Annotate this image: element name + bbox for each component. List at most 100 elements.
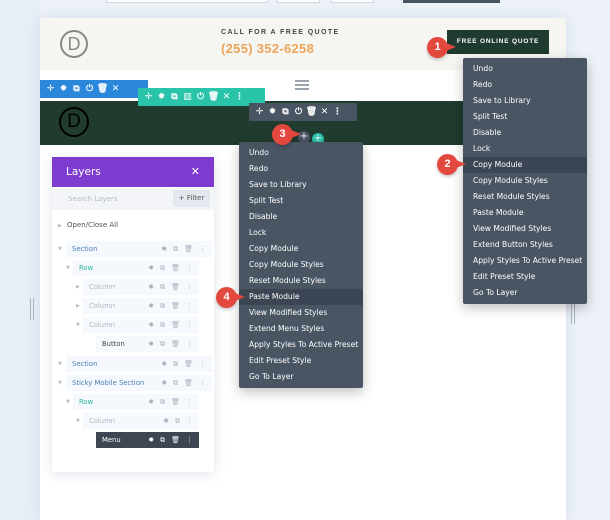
menu-item-reset-module-styles[interactable]: Reset Module Styles (463, 189, 587, 205)
resize-handle-left[interactable] (30, 298, 34, 320)
trash-icon[interactable]: 🗑 (184, 379, 193, 388)
gear-icon[interactable]: ✹ (148, 436, 154, 445)
close-icon[interactable]: ✕ (220, 88, 233, 106)
duplicate-icon[interactable]: ⧉ (70, 80, 83, 98)
gear-icon[interactable]: ✹ (148, 340, 154, 349)
gear-icon[interactable]: ✹ (161, 245, 167, 254)
gear-icon[interactable]: ✹ (148, 302, 154, 311)
menu-item-split-test[interactable]: Split Test (239, 193, 363, 209)
trash-icon[interactable]: 🗑 (96, 80, 109, 98)
more-icon[interactable]: ⋮ (186, 321, 193, 330)
duplicate-icon[interactable]: ⧉ (160, 321, 165, 330)
move-icon[interactable]: ✛ (142, 88, 155, 106)
duplicate-icon[interactable]: ⧉ (279, 103, 292, 121)
caret-icon[interactable]: ▶ (76, 284, 80, 290)
caret-icon[interactable]: ▼ (66, 399, 70, 405)
gear-icon[interactable]: ✹ (148, 264, 154, 273)
duplicate-icon[interactable]: ⧉ (160, 436, 165, 445)
layer-row-section[interactable]: Sticky Mobile Section ✹ ⧉ 🗑 ⋮ (66, 375, 212, 391)
more-icon[interactable]: ⋮ (186, 436, 193, 445)
layer-row-column[interactable]: Column ✹ ⧉ 🗑 ⋮ (83, 279, 199, 295)
more-icon[interactable]: ⋮ (186, 340, 193, 349)
menu-item-edit-preset-style[interactable]: Edit Preset Style (239, 353, 363, 369)
hamburger-icon[interactable] (295, 80, 309, 90)
gear-icon[interactable]: ✹ (148, 283, 154, 292)
more-icon[interactable]: ⋮ (331, 103, 344, 121)
top-toolbar-button[interactable] (331, 0, 374, 3)
gear-icon[interactable]: ✹ (57, 80, 70, 98)
trash-icon[interactable]: 🗑 (171, 321, 180, 330)
layer-row-column[interactable]: Column ✹ ⧉ 🗑 ⋮ (83, 298, 199, 314)
trash-icon[interactable]: 🗑 (171, 302, 180, 311)
caret-icon[interactable]: ▼ (76, 418, 80, 424)
trash-icon[interactable]: 🗑 (171, 264, 180, 273)
duplicate-icon[interactable]: ⧉ (175, 417, 180, 426)
menu-item-go-to-layer[interactable]: Go To Layer (463, 285, 587, 301)
filter-button[interactable]: + Filter (173, 190, 210, 207)
menu-item-lock[interactable]: Lock (463, 141, 587, 157)
menu-item-copy-module-styles[interactable]: Copy Module Styles (239, 257, 363, 273)
more-icon[interactable]: ⋮ (186, 398, 193, 407)
layer-row-row[interactable]: Row ✹ ⧉ 🗑 ⋮ (73, 394, 199, 410)
gear-icon[interactable]: ✹ (161, 360, 167, 369)
trash-icon[interactable]: 🗑 (171, 283, 180, 292)
trash-icon[interactable]: 🗑 (171, 398, 180, 407)
menu-item-copy-module[interactable]: Copy Module (463, 157, 587, 173)
gear-icon[interactable]: ✹ (163, 417, 169, 426)
open-close-all[interactable]: Open/Close All (67, 221, 118, 229)
top-toolbar-field[interactable] (106, 0, 268, 3)
gear-icon[interactable]: ✹ (161, 379, 167, 388)
trash-icon[interactable]: 🗑 (171, 436, 180, 445)
more-icon[interactable]: ⋮ (199, 379, 206, 388)
caret-icon[interactable]: ▶ (58, 223, 62, 229)
layer-row-column[interactable]: Column ✹ ⧉ 🗑 ⋮ (83, 317, 199, 333)
menu-item-go-to-layer[interactable]: Go To Layer (239, 369, 363, 385)
more-icon[interactable]: ⋮ (186, 417, 193, 426)
more-icon[interactable]: ⋮ (186, 302, 193, 311)
power-icon[interactable]: ⏻ (292, 103, 305, 121)
top-toolbar-primary-button[interactable] (403, 0, 500, 3)
close-icon[interactable]: ✕ (318, 103, 331, 121)
menu-item-apply-styles-to-active-preset[interactable]: Apply Styles To Active Preset (239, 337, 363, 353)
duplicate-icon[interactable]: ⧉ (160, 302, 165, 311)
menu-item-disable[interactable]: Disable (463, 125, 587, 141)
duplicate-icon[interactable]: ⧉ (173, 379, 178, 388)
duplicate-icon[interactable]: ⧉ (160, 340, 165, 349)
gear-icon[interactable]: ✹ (148, 398, 154, 407)
columns-icon[interactable]: ▥ (181, 88, 194, 106)
trash-icon[interactable]: 🗑 (171, 340, 180, 349)
menu-item-copy-module[interactable]: Copy Module (239, 241, 363, 257)
menu-item-paste-module[interactable]: Paste Module (239, 289, 363, 305)
menu-item-save-to-library[interactable]: Save to Library (463, 93, 587, 109)
menu-item-view-modified-styles[interactable]: View Modified Styles (239, 305, 363, 321)
caret-icon[interactable]: ▼ (58, 361, 62, 367)
caret-icon[interactable]: ▼ (58, 246, 62, 252)
free-quote-button[interactable]: FREE ONLINE QUOTE (447, 30, 549, 54)
menu-item-paste-module[interactable]: Paste Module (463, 205, 587, 221)
duplicate-icon[interactable]: ⧉ (168, 88, 181, 106)
more-icon[interactable]: ⋮ (233, 88, 246, 106)
trash-icon[interactable]: 🗑 (207, 88, 220, 106)
gear-icon[interactable]: ✹ (155, 88, 168, 106)
menu-item-view-modified-styles[interactable]: View Modified Styles (463, 221, 587, 237)
menu-item-redo[interactable]: Redo (463, 77, 587, 93)
resize-handle-right[interactable] (571, 302, 575, 324)
menu-item-disable[interactable]: Disable (239, 209, 363, 225)
menu-item-extend-menu-styles[interactable]: Extend Menu Styles (239, 321, 363, 337)
menu-item-copy-module-styles[interactable]: Copy Module Styles (463, 173, 587, 189)
top-toolbar-button[interactable] (277, 0, 320, 3)
caret-icon[interactable]: ▼ (76, 322, 80, 328)
trash-icon[interactable]: 🗑 (184, 360, 193, 369)
layer-row-module-active[interactable]: Menu ✹ ⧉ 🗑 ⋮ (96, 432, 199, 448)
duplicate-icon[interactable]: ⧉ (160, 264, 165, 273)
close-icon[interactable]: ✕ (191, 157, 200, 187)
gear-icon[interactable]: ✹ (148, 321, 154, 330)
move-icon[interactable]: ✛ (253, 103, 266, 121)
trash-icon[interactable]: 🗑 (305, 103, 318, 121)
menu-item-undo[interactable]: Undo (239, 145, 363, 161)
menu-item-undo[interactable]: Undo (463, 61, 587, 77)
duplicate-icon[interactable]: ⧉ (160, 398, 165, 407)
more-icon[interactable]: ⋮ (186, 264, 193, 273)
menu-item-apply-styles-to-active-preset[interactable]: Apply Styles To Active Preset (463, 253, 587, 269)
close-icon[interactable]: ✕ (109, 80, 122, 98)
